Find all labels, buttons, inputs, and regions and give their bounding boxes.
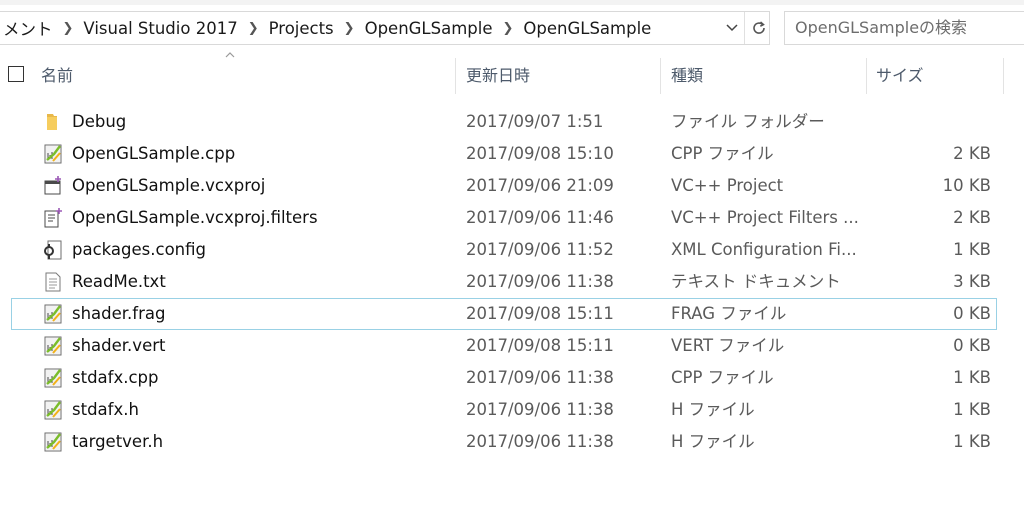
file-modified-date: 2017/09/06 11:38	[466, 368, 614, 387]
column-header-date[interactable]: 更新日時	[466, 58, 530, 94]
filters-file-icon	[42, 207, 64, 229]
chevron-right-icon[interactable]: ❯	[338, 21, 361, 36]
source-file-icon	[42, 399, 64, 421]
file-row[interactable]: OpenGLSample.vcxproj 2017/09/06 21:09 VC++…	[11, 170, 997, 202]
file-name: stdafx.h	[72, 400, 139, 419]
file-modified-date: 2017/09/06 11:38	[466, 432, 614, 451]
refresh-icon[interactable]	[744, 12, 772, 44]
file-size: 1 KB	[953, 368, 991, 387]
file-type: VC++ Project Filters ...	[671, 208, 859, 227]
file-row[interactable]: shader.frag 2017/09/08 15:11 FRAG ファイル 0 KB	[11, 298, 997, 330]
file-size: 3 KB	[953, 272, 991, 291]
file-type: H ファイル	[671, 432, 755, 451]
file-row[interactable]: OpenGLSample.vcxproj.filters 2017/09/06 1…	[11, 202, 997, 234]
column-header-name[interactable]: 名前	[41, 58, 73, 94]
column-divider[interactable]	[866, 58, 867, 94]
text-file-icon	[42, 271, 64, 293]
file-type: H ファイル	[671, 400, 755, 419]
file-row[interactable]: ReadMe.txt 2017/09/06 11:38 テキスト ドキュメント 3 K…	[11, 266, 997, 298]
column-header-size[interactable]: サイズ	[876, 58, 924, 94]
folder-icon	[42, 111, 64, 133]
file-size: 2 KB	[953, 144, 991, 163]
file-name: OpenGLSample.vcxproj.filters	[72, 208, 318, 227]
file-row[interactable]: stdafx.h 2017/09/06 11:38 H ファイル 1 KB	[11, 394, 997, 426]
window-top-edge	[0, 0, 1024, 5]
file-name: Debug	[72, 112, 127, 131]
file-type: CPP ファイル	[671, 144, 774, 163]
breadcrumb-item-projects[interactable]: Projects	[265, 19, 338, 38]
file-size: 0 KB	[953, 336, 991, 355]
chevron-right-icon[interactable]: ❯	[242, 21, 265, 36]
file-size: 0 KB	[953, 304, 991, 323]
file-modified-date: 2017/09/06 11:52	[466, 240, 614, 259]
chevron-down-icon[interactable]	[720, 12, 744, 44]
column-divider[interactable]	[455, 58, 456, 94]
address-bar[interactable]: メント ❯ Visual Studio 2017 ❯ Projects ❯ Op…	[0, 11, 770, 45]
column-header-type[interactable]: 種類	[671, 58, 703, 94]
file-type: ファイル フォルダー	[671, 112, 825, 131]
breadcrumb-item-documents[interactable]: メント	[0, 16, 57, 40]
file-row[interactable]: shader.vert 2017/09/08 15:11 VERT ファイル 0 KB	[11, 330, 997, 362]
file-type: VERT ファイル	[671, 336, 785, 355]
file-size: 2 KB	[953, 208, 991, 227]
file-modified-date: 2017/09/07 1:51	[466, 112, 604, 131]
file-name: targetver.h	[72, 432, 164, 451]
source-file-icon	[42, 431, 64, 453]
breadcrumb-item-visual-studio[interactable]: Visual Studio 2017	[79, 19, 241, 38]
file-row[interactable]: OpenGLSample.cpp 2017/09/08 15:10 CPP ファイル…	[11, 138, 997, 170]
breadcrumb-item-openglsample[interactable]: OpenGLSample	[361, 19, 497, 38]
source-file-icon	[42, 367, 64, 389]
file-modified-date: 2017/09/08 15:11	[466, 304, 614, 323]
file-name: packages.config	[72, 240, 206, 259]
select-all-checkbox[interactable]	[8, 66, 24, 82]
column-divider[interactable]	[1003, 58, 1004, 94]
file-name: OpenGLSample.vcxproj	[72, 176, 266, 195]
breadcrumb-item-current[interactable]: OpenGLSample	[519, 19, 655, 38]
file-modified-date: 2017/09/08 15:11	[466, 336, 614, 355]
chevron-right-icon[interactable]: ❯	[497, 21, 520, 36]
file-type: CPP ファイル	[671, 368, 774, 387]
file-type: VC++ Project	[671, 176, 784, 195]
breadcrumb: メント ❯ Visual Studio 2017 ❯ Projects ❯ Op…	[0, 12, 655, 44]
file-modified-date: 2017/09/06 11:38	[466, 272, 614, 291]
source-file-icon	[42, 143, 64, 165]
file-modified-date: 2017/09/06 11:38	[466, 400, 614, 419]
file-name: ReadMe.txt	[72, 272, 166, 291]
file-size: 1 KB	[953, 400, 991, 419]
file-row[interactable]: targetver.h 2017/09/06 11:38 H ファイル 1 KB	[11, 426, 997, 458]
file-modified-date: 2017/09/06 21:09	[466, 176, 614, 195]
source-file-icon	[42, 303, 64, 325]
file-name: shader.vert	[72, 336, 166, 355]
file-name: OpenGLSample.cpp	[72, 144, 236, 163]
file-name: shader.frag	[72, 304, 166, 323]
column-header-row: 名前 更新日時 種類 サイズ	[0, 58, 1024, 94]
config-file-icon	[42, 239, 64, 261]
chevron-right-icon[interactable]: ❯	[57, 21, 80, 36]
file-row[interactable]: stdafx.cpp 2017/09/06 11:38 CPP ファイル 1 KB	[11, 362, 997, 394]
file-size: 10 KB	[942, 176, 991, 195]
file-row[interactable]: Debug 2017/09/07 1:51 ファイル フォルダー	[11, 106, 997, 138]
file-size: 1 KB	[953, 432, 991, 451]
file-modified-date: 2017/09/08 15:10	[466, 144, 614, 163]
file-type: テキスト ドキュメント	[671, 272, 841, 291]
file-type: XML Configuration Fi...	[671, 240, 857, 259]
search-input[interactable]: OpenGLSampleの検索	[784, 11, 1024, 45]
source-file-icon	[42, 335, 64, 357]
file-type: FRAG ファイル	[671, 304, 787, 323]
project-file-icon	[42, 175, 64, 197]
column-divider[interactable]	[660, 58, 661, 94]
file-size: 1 KB	[953, 240, 991, 259]
file-row[interactable]: packages.config 2017/09/06 11:52 XML Confi…	[11, 234, 997, 266]
file-modified-date: 2017/09/06 11:46	[466, 208, 614, 227]
file-name: stdafx.cpp	[72, 368, 159, 387]
